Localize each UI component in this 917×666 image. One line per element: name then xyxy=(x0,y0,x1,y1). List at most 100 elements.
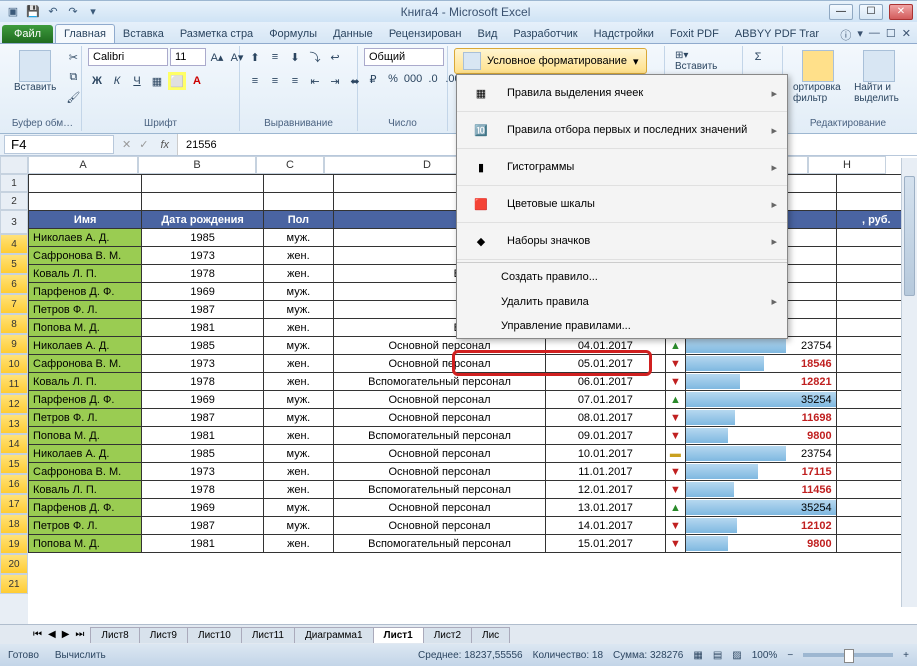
redo-icon[interactable]: ↷ xyxy=(64,3,82,21)
italic-icon[interactable]: К xyxy=(108,72,126,90)
fx-icon[interactable]: fx xyxy=(152,139,177,151)
tab-addins[interactable]: Надстройки xyxy=(586,25,662,43)
row-header[interactable]: 13 xyxy=(0,414,28,434)
number-format-select[interactable] xyxy=(364,48,444,66)
tab-review[interactable]: Рецензирован xyxy=(381,25,470,43)
table-row[interactable]: Коваль Л. П.1978жен.Вспомогательный перс… xyxy=(29,481,917,499)
percent-icon[interactable]: % xyxy=(384,70,402,88)
font-color-icon[interactable]: A xyxy=(188,72,206,90)
font-name-select[interactable] xyxy=(88,48,168,66)
tab-foxit[interactable]: Foxit PDF xyxy=(662,25,727,43)
tab-home[interactable]: Главная xyxy=(55,24,115,43)
table-row[interactable]: Парфенов Д. Ф.1969муж.Основной персонал0… xyxy=(29,391,917,409)
view-break-icon[interactable]: ▨ xyxy=(732,650,741,661)
align-right-icon[interactable]: ≡ xyxy=(286,72,304,90)
sheet-tab[interactable]: Диаграмма1 xyxy=(294,627,374,643)
dd-top-bottom[interactable]: 🔟Правила отбора первых и последних значе… xyxy=(457,112,787,149)
underline-icon[interactable]: Ч xyxy=(128,72,146,90)
inc-dec-icon[interactable]: .0 xyxy=(424,70,442,88)
wrap-icon[interactable]: ↩ xyxy=(326,48,344,66)
zoom-out-icon[interactable]: − xyxy=(787,650,793,661)
table-row[interactable]: Сафронова В. М.1973жен.Основной персонал… xyxy=(29,355,917,373)
font-size-select[interactable] xyxy=(170,48,206,66)
align-center-icon[interactable]: ≡ xyxy=(266,72,284,90)
tab-nav-next[interactable]: ▶ xyxy=(59,629,73,640)
name-box-input[interactable] xyxy=(4,135,114,154)
sheet-tab[interactable]: Лист1 xyxy=(373,627,424,643)
row-header[interactable]: 18 xyxy=(0,514,28,534)
bold-icon[interactable]: Ж xyxy=(88,72,106,90)
sheet-tab[interactable]: Лист11 xyxy=(241,627,295,643)
scroll-thumb[interactable] xyxy=(904,176,915,296)
undo-icon[interactable]: ↶ xyxy=(44,3,62,21)
row-header[interactable]: 8 xyxy=(0,314,28,334)
table-row[interactable]: Попова М. Д.1981жен.Вспомогательный перс… xyxy=(29,427,917,445)
tab-insert[interactable]: Вставка xyxy=(115,25,172,43)
row-header[interactable]: 16 xyxy=(0,474,28,494)
sheet-tab[interactable]: Лист10 xyxy=(187,627,242,643)
help-icon[interactable]: ⓘ xyxy=(840,27,851,43)
tab-formulas[interactable]: Формулы xyxy=(261,25,325,43)
cut-icon[interactable]: ✂ xyxy=(64,48,82,66)
minimize-button[interactable]: — xyxy=(829,4,853,20)
cancel-fx-icon[interactable]: ✕ xyxy=(118,138,135,151)
dd-highlight-rules[interactable]: ▦Правила выделения ячеек▸ xyxy=(457,75,787,112)
tab-abbyy[interactable]: ABBYY PDF Trar xyxy=(727,25,827,43)
doc-minimize-icon[interactable]: — xyxy=(869,27,880,43)
row-header[interactable]: 14 xyxy=(0,434,28,454)
col-header[interactable]: A xyxy=(28,156,138,174)
col-header[interactable]: B xyxy=(138,156,256,174)
tab-nav-first[interactable]: ⏮ xyxy=(30,629,45,640)
tab-dev[interactable]: Разработчик xyxy=(505,25,585,43)
dd-clear-rules[interactable]: Удалить правила▸ xyxy=(457,289,787,314)
indent-inc-icon[interactable]: ⇥ xyxy=(326,72,344,90)
tab-nav-prev[interactable]: ◀ xyxy=(45,629,59,640)
sheet-tab[interactable]: Лист9 xyxy=(139,627,188,643)
ribbon-min-icon[interactable]: ▾ xyxy=(857,27,863,43)
row-header[interactable]: 11 xyxy=(0,374,28,394)
format-painter-icon[interactable]: 🖌 xyxy=(64,88,82,106)
align-left-icon[interactable]: ≡ xyxy=(246,72,264,90)
table-row[interactable]: Парфенов Д. Ф.1969муж.Основной персонал1… xyxy=(29,499,917,517)
sheet-tab[interactable]: Лис xyxy=(471,627,510,643)
vertical-scrollbar[interactable] xyxy=(901,158,917,607)
grow-font-icon[interactable]: A▴ xyxy=(208,48,226,66)
col-header[interactable]: H xyxy=(808,156,886,174)
table-row[interactable]: Николаев А. Д.1985муж.Основной персонал0… xyxy=(29,337,917,355)
sheet-tab[interactable]: Лист2 xyxy=(423,627,472,643)
row-header[interactable]: 5 xyxy=(0,254,28,274)
dd-manage-rules[interactable]: Управление правилами... xyxy=(457,314,787,338)
conditional-format-button[interactable]: Условное форматирование▾ xyxy=(454,48,647,74)
paste-button[interactable]: Вставить xyxy=(10,48,60,95)
view-layout-icon[interactable]: ▤ xyxy=(713,650,722,661)
indent-dec-icon[interactable]: ⇤ xyxy=(306,72,324,90)
sort-filter-button[interactable]: ортировка фильтр xyxy=(789,48,846,106)
dd-databars[interactable]: ▮Гистограммы▸ xyxy=(457,149,787,186)
row-header[interactable]: 9 xyxy=(0,334,28,354)
zoom-in-icon[interactable]: + xyxy=(903,650,909,661)
doc-close-icon[interactable]: ✕ xyxy=(902,27,911,43)
tab-data[interactable]: Данные xyxy=(325,25,381,43)
row-header[interactable]: 7 xyxy=(0,294,28,314)
row-header[interactable]: 6 xyxy=(0,274,28,294)
table-row[interactable]: Коваль Л. П.1978жен.Вспомогательный перс… xyxy=(29,373,917,391)
doc-restore-icon[interactable]: ☐ xyxy=(886,27,896,43)
close-button[interactable]: ✕ xyxy=(889,4,913,20)
find-select-button[interactable]: Найти и выделить xyxy=(850,48,907,106)
tab-view[interactable]: Вид xyxy=(470,25,506,43)
tab-nav-last[interactable]: ⏭ xyxy=(72,629,90,640)
align-mid-icon[interactable]: ≡ xyxy=(266,48,284,66)
row-header[interactable]: 10 xyxy=(0,354,28,374)
align-bot-icon[interactable]: ⬇ xyxy=(286,48,304,66)
tab-layout[interactable]: Разметка стра xyxy=(172,25,261,43)
row-header[interactable]: 12 xyxy=(0,394,28,414)
qat-more-icon[interactable]: ▾ xyxy=(84,3,102,21)
autosum-icon[interactable]: Σ xyxy=(749,48,767,66)
maximize-button[interactable]: ☐ xyxy=(859,4,883,20)
table-row[interactable]: Петров Ф. Л.1987муж.Основной персонал14.… xyxy=(29,517,917,535)
copy-icon[interactable]: ⧉ xyxy=(64,68,82,86)
zoom-level[interactable]: 100% xyxy=(752,650,778,661)
excel-icon[interactable]: ▣ xyxy=(4,3,22,21)
select-all-corner[interactable] xyxy=(0,156,28,174)
row-header[interactable]: 19 xyxy=(0,534,28,554)
